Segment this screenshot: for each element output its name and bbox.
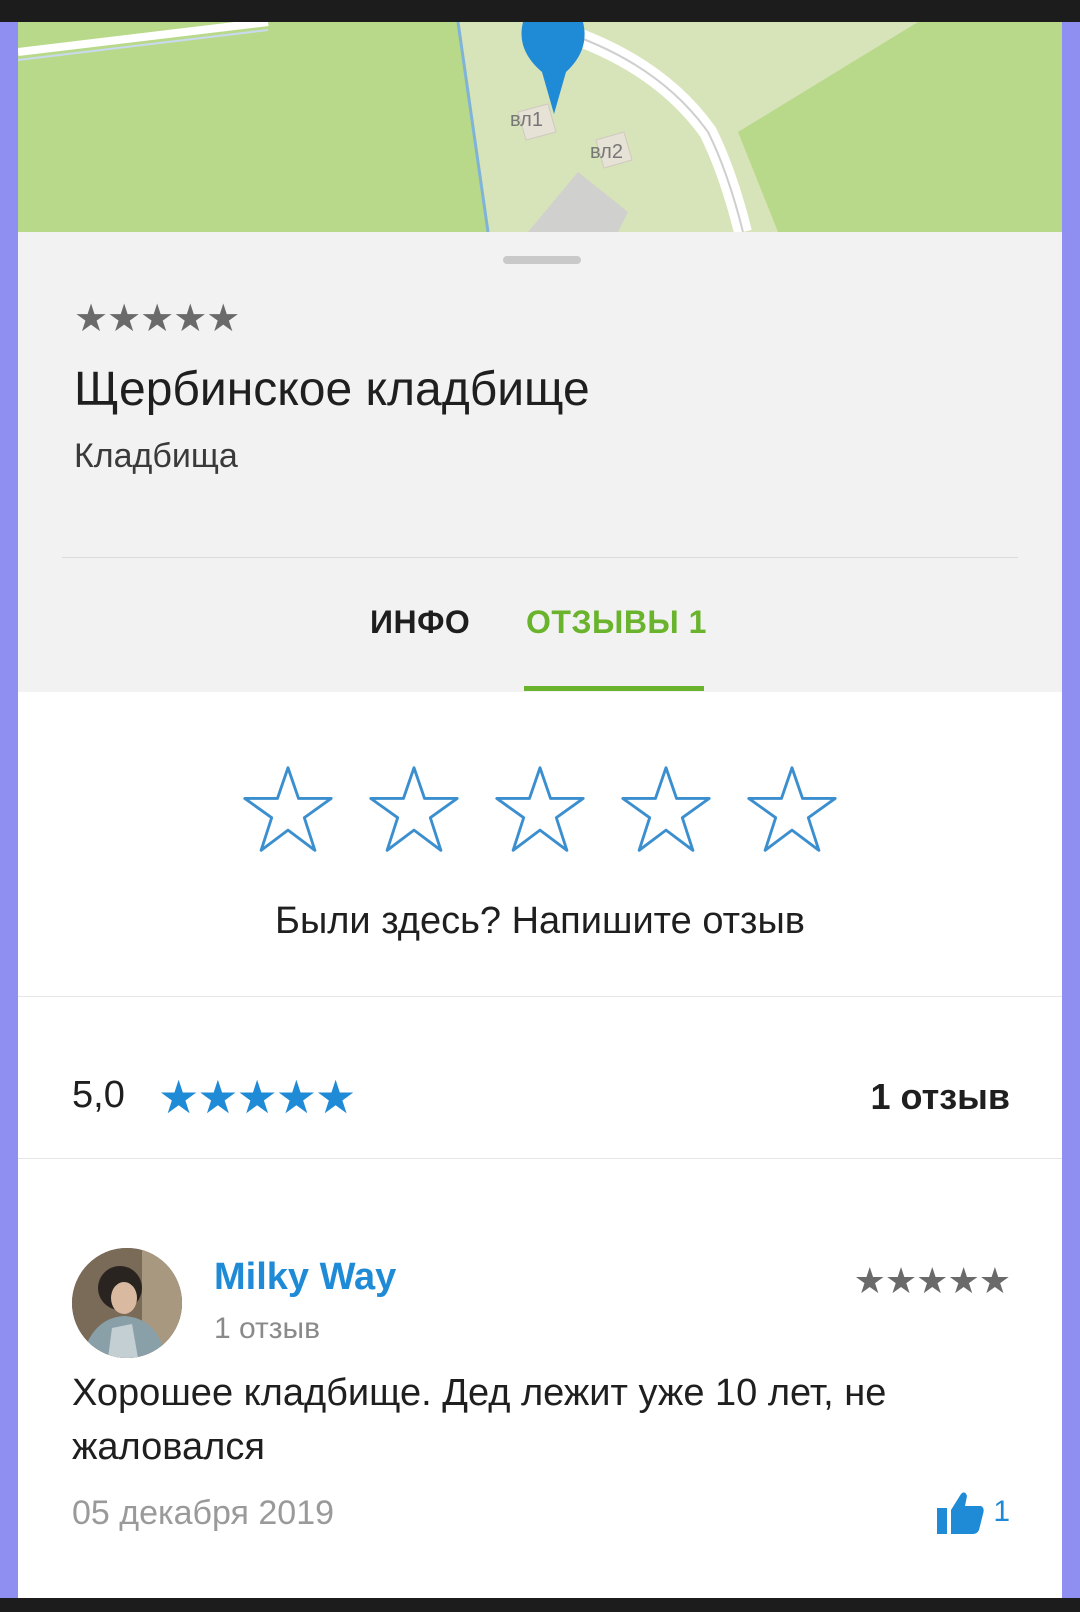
map-view[interactable]: вл1 вл2: [18, 22, 1062, 232]
tab-info[interactable]: ИНФО: [370, 604, 470, 641]
place-category: Кладбища: [74, 437, 238, 475]
place-rating-stars: ★★★★★: [74, 298, 240, 340]
review-text: Хорошее кладбище. Дед лежит уже 10 лет, …: [72, 1372, 887, 1468]
avatar[interactable]: [72, 1248, 182, 1358]
star-outline-icon[interactable]: [618, 762, 714, 858]
place-card-header: ★★★★★ Щербинское кладбище Кладбища ИНФО …: [18, 232, 1062, 692]
avatar-image: [72, 1248, 182, 1358]
likes-count: 1: [993, 1495, 1010, 1528]
review-author[interactable]: Milky Way: [214, 1256, 396, 1299]
reviews-count: 1 отзыв: [870, 1076, 1010, 1117]
divider: [18, 996, 1062, 997]
star-outline-icon[interactable]: [366, 762, 462, 858]
rate-stars-row: [240, 762, 840, 858]
star-outline-icon[interactable]: [240, 762, 336, 858]
review-rating-stars: ★★★★★: [853, 1260, 1011, 1301]
map-label-2: вл2: [590, 141, 623, 163]
average-score: 5,0: [72, 1074, 125, 1116]
drag-handle[interactable]: [503, 256, 581, 264]
author-review-count: 1 отзыв: [214, 1312, 321, 1345]
app-screen: вл1 вл2 ★★★★★ Щербинское кладбище Кладби…: [18, 22, 1062, 1598]
tab-reviews[interactable]: ОТЗЫВЫ 1: [526, 604, 707, 641]
map-graphic: вл1 вл2: [18, 22, 1062, 232]
like-button[interactable]: 1: [937, 1490, 1010, 1534]
map-label-1: вл1: [510, 109, 543, 131]
write-review-prompt[interactable]: Были здесь? Напишите отзыв: [18, 900, 1062, 943]
star-outline-icon[interactable]: [492, 762, 588, 858]
divider: [62, 557, 1018, 558]
star-outline-icon[interactable]: [744, 762, 840, 858]
active-tab-indicator: [524, 686, 704, 691]
average-stars: ★★★★★: [158, 1071, 356, 1123]
divider: [18, 1158, 1062, 1159]
thumbs-up-icon: [937, 1492, 984, 1534]
review-date: 05 декабря 2019: [72, 1494, 335, 1532]
place-title: Щербинское кладбище: [74, 363, 590, 416]
